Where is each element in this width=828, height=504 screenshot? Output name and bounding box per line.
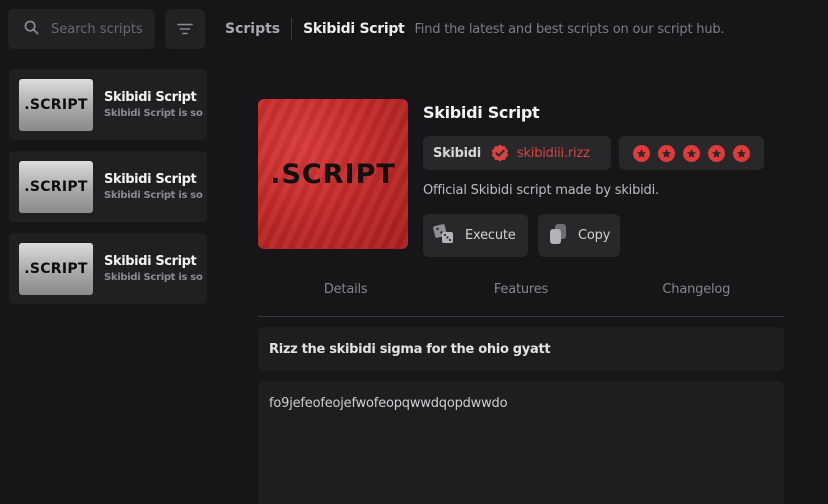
star-icon [683, 144, 700, 162]
cover-label: .SCRIPT [270, 158, 396, 190]
list-item[interactable]: .SCRIPT Skibidi Script Skibidi Script is… [9, 69, 207, 140]
script-list: .SCRIPT Skibidi Script Skibidi Script is… [9, 69, 207, 315]
filter-icon [177, 20, 193, 39]
tab-details[interactable]: Details [258, 276, 433, 316]
author-name: Skibidi [433, 145, 481, 161]
copy-button[interactable]: Copy [538, 214, 620, 257]
copy-label: Copy [578, 228, 611, 243]
rating-stars [619, 136, 764, 170]
tab-features[interactable]: Features [433, 276, 608, 316]
execute-label: Execute [465, 228, 516, 243]
copy-icon [547, 222, 569, 250]
author-handle: skibidiii.rizz [516, 145, 590, 161]
author-badge[interactable]: Skibidi skibidiii.rizz [423, 136, 611, 170]
breadcrumb-root[interactable]: Scripts [225, 21, 280, 37]
list-item-subtitle: Skibidi Script is so [104, 108, 203, 119]
breadcrumb: Scripts Skibidi Script Find the latest a… [225, 9, 725, 49]
star-icon [658, 144, 675, 162]
star-icon [633, 144, 650, 162]
dice-icon [432, 222, 456, 250]
execute-button[interactable]: Execute [423, 214, 528, 257]
verified-icon [490, 143, 510, 163]
script-title: Skibidi Script [423, 103, 540, 122]
script-cover-image: .SCRIPT [258, 99, 408, 249]
script-thumbnail: .SCRIPT [19, 78, 93, 131]
detail-tabs: Details Features Changelog [258, 276, 784, 317]
list-item[interactable]: .SCRIPT Skibidi Script Skibidi Script is… [9, 151, 207, 222]
filter-button[interactable] [165, 9, 205, 49]
list-item[interactable]: .SCRIPT Skibidi Script Skibidi Script is… [9, 233, 207, 304]
search-input[interactable]: Search scripts [8, 9, 155, 49]
list-item-subtitle: Skibidi Script is so [104, 272, 203, 283]
tab-changelog[interactable]: Changelog [609, 276, 784, 316]
star-icon [733, 144, 750, 162]
breadcrumb-current: Skibidi Script [303, 21, 405, 37]
list-item-title: Skibidi Script [104, 254, 197, 269]
script-thumbnail: .SCRIPT [19, 160, 93, 213]
script-thumbnail: .SCRIPT [19, 242, 93, 295]
script-description: Official Skibidi script made by skibidi. [423, 183, 659, 198]
breadcrumb-divider [291, 18, 293, 40]
details-content: fo9jefeofeojefwofeopqwwdqopdwwdo [258, 381, 784, 504]
search-placeholder: Search scripts [51, 21, 143, 37]
list-item-title: Skibidi Script [104, 172, 197, 187]
page-description: Find the latest and best scripts on our … [414, 21, 725, 37]
script-code: fo9jefeofeojefwofeopqwwdqopdwwdo [269, 396, 508, 411]
list-item-subtitle: Skibidi Script is so [104, 190, 203, 201]
star-icon [708, 144, 725, 162]
search-icon [24, 20, 39, 39]
details-summary: Rizz the skibidi sigma for the ohio gyat… [258, 327, 784, 371]
list-item-title: Skibidi Script [104, 90, 197, 105]
